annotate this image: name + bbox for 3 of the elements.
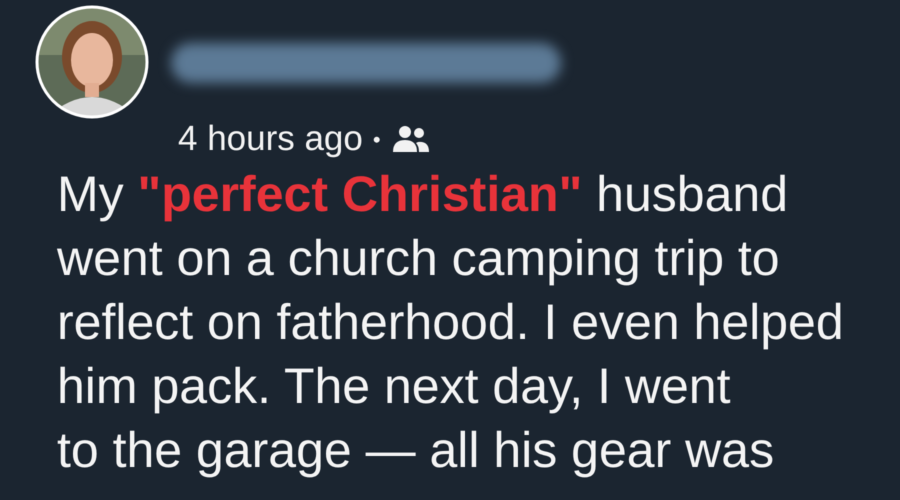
post-text: My "perfect Christian" husband went on a church camping trip to reflect on fatherhood. I even helped him pack. The next day, I went to the garage — all his gear was	[57, 164, 844, 480]
post-time: 4 hours ago	[178, 118, 363, 160]
separator: •	[372, 126, 381, 154]
